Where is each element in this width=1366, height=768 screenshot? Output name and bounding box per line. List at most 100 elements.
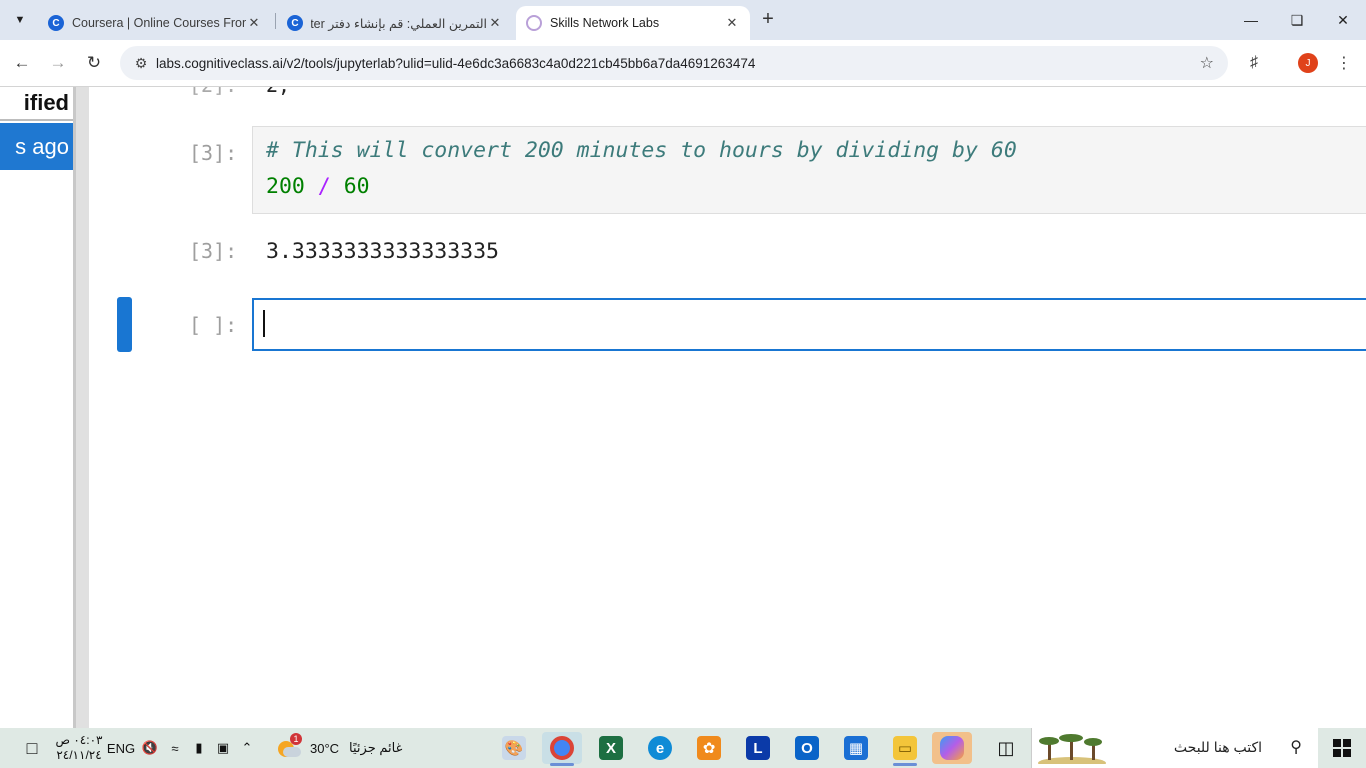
- avatar[interactable]: J: [1298, 53, 1318, 73]
- task-view-button[interactable]: ◫: [986, 732, 1026, 764]
- close-icon[interactable]: ✕: [724, 15, 740, 31]
- orange-app[interactable]: ✿: [689, 732, 729, 764]
- store-icon: ▦: [844, 736, 868, 760]
- weather-badge: 1: [290, 733, 302, 745]
- tab-separator: [275, 13, 276, 29]
- arrow-left-icon: ←: [13, 53, 31, 72]
- notebook-panel: [2]: 2, [3]: # This will convert 200 min…: [89, 87, 1366, 728]
- tab-title: التمرين العملي: قم بإنشاء دفتر ter: [311, 16, 487, 31]
- task-view-icon: ◫: [997, 737, 1015, 758]
- back-button[interactable]: ←: [9, 50, 35, 76]
- volume-muted-icon[interactable]: 🔇: [138, 728, 162, 768]
- tab-search-button[interactable]: ▼: [6, 7, 34, 33]
- code-cell-editor[interactable]: # This will convert 200 minutes to hours…: [252, 126, 1366, 214]
- url-text[interactable]: labs.cognitiveclass.ai/v2/tools/jupyterl…: [156, 56, 755, 71]
- weather-temp: 30°C: [310, 740, 340, 756]
- minimize-button[interactable]: —: [1228, 0, 1274, 40]
- cell-output: 3.3333333333333335: [266, 239, 499, 264]
- close-icon: ✕: [1337, 11, 1349, 28]
- active-cell-indicator[interactable]: [117, 297, 132, 352]
- chrome-app[interactable]: [542, 732, 582, 766]
- windows-icon: [1333, 739, 1351, 757]
- tab-title: Skills Network Labs: [550, 16, 660, 30]
- start-button[interactable]: [1318, 728, 1366, 768]
- skills-network-icon: [526, 15, 542, 31]
- browser-toolbar: ← → ↻ ⚙ labs.cognitiveclass.ai/v2/tools/…: [0, 40, 1366, 87]
- new-tab-button[interactable]: +: [757, 9, 779, 31]
- excel-icon: X: [599, 736, 623, 760]
- panel-splitter[interactable]: [73, 87, 89, 728]
- restore-button[interactable]: ❏: [1274, 0, 1320, 40]
- extensions-icon[interactable]: ♯: [1243, 52, 1265, 74]
- code-operator: /: [317, 174, 331, 199]
- language-indicator[interactable]: ENG: [106, 728, 136, 768]
- column-header-modified[interactable]: ified: [0, 87, 73, 121]
- cell-prompt: [2]:: [189, 87, 237, 97]
- address-bar[interactable]: ⚙ labs.cognitiveclass.ai/v2/tools/jupyte…: [120, 46, 1228, 80]
- file-browser-panel: ified s ago: [0, 87, 73, 728]
- reload-icon: ↻: [86, 53, 102, 72]
- tab-skills-network-labs[interactable]: Skills Network Labs ✕: [516, 6, 750, 40]
- text-cursor: [263, 310, 265, 337]
- search-placeholder: اكتب هنا للبحث: [1173, 739, 1262, 755]
- weather-widget[interactable]: 1 30°C غائم جزئيًا: [276, 728, 416, 768]
- minimize-icon: —: [1244, 12, 1258, 28]
- code-line: 200 / 60: [266, 174, 370, 199]
- chrome-icon: [550, 736, 574, 760]
- tab-title: Coursera | Online Courses From: [72, 16, 246, 30]
- app-icon: ✿: [697, 736, 721, 760]
- bookmark-star-icon[interactable]: ☆: [1200, 53, 1214, 73]
- close-window-button[interactable]: ✕: [1320, 0, 1366, 40]
- copilot-app[interactable]: [932, 732, 972, 764]
- restore-icon: ❏: [1290, 11, 1304, 28]
- reload-button[interactable]: ↻: [81, 50, 107, 76]
- jupyterlab-area: ified s ago [2]: 2, [3]: # This will con…: [0, 87, 1366, 728]
- chevron-up-icon[interactable]: ⌃: [236, 728, 258, 768]
- l-app[interactable]: L: [738, 732, 778, 764]
- cell-prompt: [3]:: [189, 141, 238, 165]
- taskbar-search[interactable]: اكتب هنا للبحث ⚲: [1031, 728, 1318, 768]
- tab-practice-exercise[interactable]: C التمرين العملي: قم بإنشاء دفتر ter ✕: [277, 6, 513, 40]
- paint-app[interactable]: 🎨: [494, 732, 534, 764]
- forward-button[interactable]: →: [45, 50, 71, 76]
- clock[interactable]: ٠٤:٠٣ ص ٢٤/١١/٢٤: [55, 728, 103, 768]
- search-highlight-image: [1036, 732, 1108, 764]
- outlook-app[interactable]: O: [787, 732, 827, 764]
- code-number: 60: [343, 174, 370, 199]
- coursera-icon: C: [287, 15, 303, 31]
- meet-now-icon[interactable]: ▣: [212, 728, 234, 768]
- cell-prompt: [ ]:: [189, 313, 238, 337]
- tab-strip: ▼ C Coursera | Online Courses From ✕ C ا…: [0, 0, 1366, 40]
- file-list-item-selected[interactable]: s ago: [0, 123, 73, 170]
- notification-center-icon[interactable]: □: [14, 728, 50, 768]
- code-cell-editor-active[interactable]: [252, 298, 1366, 351]
- copilot-icon: [940, 736, 964, 760]
- edge-app[interactable]: e: [640, 732, 680, 764]
- wifi-icon[interactable]: ≈: [164, 728, 186, 768]
- code-number: 200: [266, 174, 305, 199]
- close-icon[interactable]: ✕: [246, 15, 262, 31]
- code-comment: # This will convert 200 minutes to hours…: [266, 138, 1017, 163]
- l-icon: L: [746, 736, 770, 760]
- outlook-icon: O: [795, 736, 819, 760]
- cell-output: 2,: [266, 87, 290, 97]
- output-prompt: [3]:: [189, 239, 238, 263]
- clock-time: ٠٤:٠٣ ص: [55, 733, 103, 747]
- tab-coursera[interactable]: C Coursera | Online Courses From ✕: [38, 6, 272, 40]
- file-explorer-app[interactable]: ▭: [885, 732, 925, 766]
- weather-icon: 1: [276, 733, 302, 759]
- paint-icon: 🎨: [502, 736, 526, 760]
- clock-date: ٢٤/١١/٢٤: [56, 748, 102, 762]
- excel-app[interactable]: X: [591, 732, 631, 764]
- edge-icon: e: [648, 736, 672, 760]
- weather-text: غائم جزئيًا: [349, 740, 403, 755]
- store-app[interactable]: ▦: [836, 732, 876, 764]
- site-info-icon[interactable]: ⚙: [126, 55, 156, 72]
- coursera-icon: C: [48, 15, 64, 31]
- close-icon[interactable]: ✕: [487, 15, 503, 31]
- file-explorer-icon: ▭: [893, 736, 917, 760]
- arrow-right-icon: →: [49, 53, 67, 72]
- search-icon: ⚲: [1290, 739, 1302, 756]
- more-menu-icon[interactable]: ⋮: [1333, 52, 1355, 74]
- battery-icon[interactable]: ▮: [188, 728, 210, 768]
